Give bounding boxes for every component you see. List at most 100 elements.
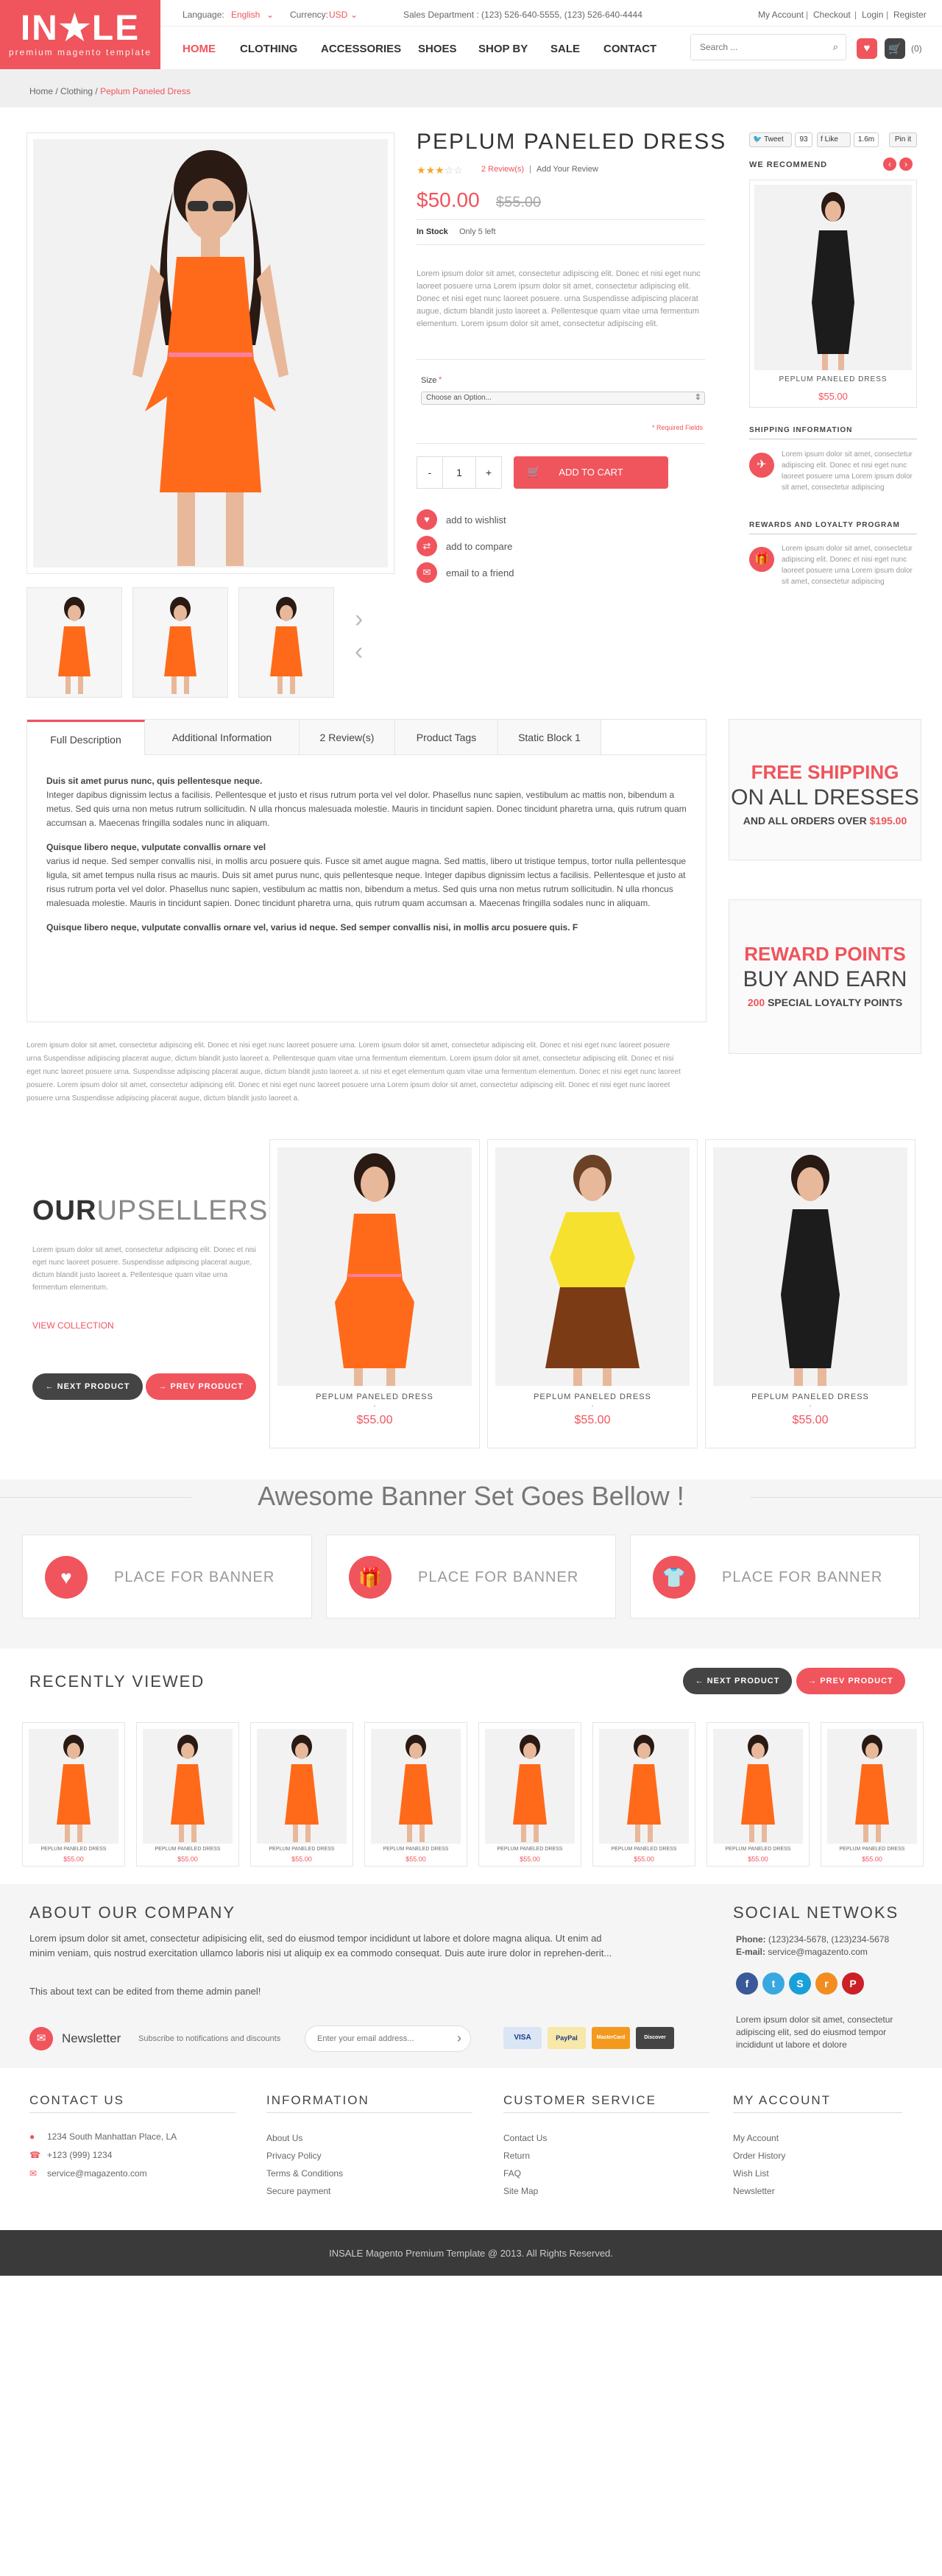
footer-link[interactable]: Site Map — [503, 2186, 538, 2196]
cart-count[interactable]: (0) — [911, 43, 922, 54]
upsell-product-name: PEPLUM PANELED DRESS — [316, 1393, 433, 1401]
tab-product-tags[interactable]: Product Tags — [395, 720, 498, 755]
cart-icon[interactable]: 🛒 — [885, 38, 905, 59]
contact-email[interactable]: service@magazento.com — [47, 2168, 147, 2179]
banner-placeholder[interactable]: 👕 PLACE FOR BANNER — [630, 1535, 920, 1618]
rss-icon[interactable]: r — [815, 1972, 837, 1995]
my-account-link[interactable]: My Account — [758, 10, 804, 20]
search-input[interactable] — [691, 35, 816, 60]
recently-viewed-item[interactable]: PEPLUM PANELED DRESS $55.00 — [592, 1722, 695, 1866]
add-to-compare-link[interactable]: add to compare — [446, 541, 512, 552]
footer-link[interactable]: About Us — [266, 2133, 302, 2143]
recently-viewed-item[interactable]: PEPLUM PANELED DRESS $55.00 — [478, 1722, 581, 1866]
footer-link[interactable]: Privacy Policy — [266, 2151, 322, 2161]
language-select[interactable]: English — [231, 10, 260, 20]
logo[interactable]: IN★LE premium magento template — [0, 0, 160, 69]
footer-link[interactable]: Wish List — [733, 2168, 769, 2179]
add-review-link[interactable]: Add Your Review — [536, 165, 598, 174]
footer-link[interactable]: Order History — [733, 2151, 785, 2161]
chevron-right-icon[interactable]: › — [899, 158, 913, 171]
description-paragraph: Integer dapibus dignissim lectus a facil… — [46, 790, 687, 828]
chevron-right-icon[interactable]: › — [457, 2031, 461, 2046]
nav-shoes[interactable]: SHOES — [418, 43, 457, 55]
qty-minus-button[interactable]: - — [417, 456, 443, 489]
tweet-button[interactable]: 🐦 Tweet — [749, 132, 792, 147]
product-thumbnail[interactable] — [132, 587, 228, 698]
size-select[interactable]: Choose an Option... ⇕ — [421, 392, 705, 405]
pinterest-icon[interactable]: P — [842, 1972, 864, 1995]
star-icon: ★ — [417, 164, 426, 176]
breadcrumb-home[interactable]: Home — [29, 86, 53, 96]
pin-it-button[interactable]: Pin it — [889, 132, 917, 147]
heart-icon[interactable]: ♥ — [417, 509, 437, 530]
nav-clothing[interactable]: CLOTHING — [240, 43, 297, 55]
next-product-button[interactable]: ← NEXT PRODUCT — [32, 1373, 143, 1400]
login-link[interactable]: Login — [862, 10, 883, 20]
search-icon[interactable]: ⌕ — [833, 41, 838, 53]
next-product-button[interactable]: ← NEXT PRODUCT — [683, 1668, 792, 1694]
compare-icon[interactable]: ⇄ — [417, 536, 437, 556]
email-friend-link[interactable]: email to a friend — [446, 567, 514, 578]
add-to-wishlist-link[interactable]: add to wishlist — [446, 514, 506, 526]
reward-points-banner[interactable]: REWARD POINTS BUY AND EARN 200 SPECIAL L… — [729, 899, 921, 1054]
facebook-icon[interactable]: f — [736, 1972, 758, 1995]
product-main-image[interactable] — [26, 132, 394, 574]
recently-viewed-item[interactable]: PEPLUM PANELED DRESS $55.00 — [364, 1722, 467, 1866]
tab-static-block[interactable]: Static Block 1 — [498, 720, 601, 755]
free-shipping-banner[interactable]: FREE SHIPPING ON ALL DRESSES AND ALL ORD… — [729, 719, 921, 860]
footer-link[interactable]: My Account — [733, 2133, 779, 2143]
product-thumbnail[interactable] — [26, 587, 122, 698]
chevron-left-icon[interactable]: ‹ — [883, 158, 896, 171]
prev-product-button[interactable]: → PREV PRODUCT — [796, 1668, 905, 1694]
checkout-link[interactable]: Checkout — [813, 10, 851, 20]
chevron-left-icon[interactable]: ‹ — [355, 637, 363, 666]
upsell-product-card[interactable]: PEPLUM PANELED DRESS • $55.00 — [705, 1139, 916, 1448]
nav-shop-by[interactable]: SHOP BY — [478, 43, 528, 55]
prev-product-button[interactable]: → PREV PRODUCT — [146, 1373, 256, 1400]
recently-viewed-item[interactable]: PEPLUM PANELED DRESS $55.00 — [250, 1722, 353, 1866]
we-recommend-heading: WE RECOMMEND — [749, 160, 828, 169]
qty-input[interactable]: 1 — [442, 456, 476, 489]
heart-icon[interactable]: ♥ — [857, 38, 877, 59]
rewards-text: Lorem ipsum dolor sit amet, consectetur … — [782, 545, 913, 586]
view-collection-link[interactable]: VIEW COLLECTION — [32, 1320, 114, 1331]
chevron-right-icon[interactable]: › — [355, 605, 363, 634]
tab-reviews[interactable]: 2 Review(s) — [300, 720, 395, 755]
skype-icon[interactable]: S — [789, 1972, 811, 1995]
twitter-icon[interactable]: t — [762, 1972, 785, 1995]
product-thumbnail[interactable] — [238, 587, 334, 698]
tab-additional-information[interactable]: Additional Information — [145, 720, 300, 755]
my-account-heading: MY ACCOUNT — [733, 2093, 832, 2107]
newsletter-email-input[interactable] — [305, 2026, 438, 2051]
breadcrumb-clothing[interactable]: Clothing — [60, 86, 93, 96]
currency-select[interactable]: USD — [329, 10, 347, 20]
tab-full-description[interactable]: Full Description — [27, 720, 145, 755]
email-icon[interactable]: ✉ — [417, 562, 437, 583]
add-to-cart-button[interactable]: 🛒 ADD TO CART — [514, 456, 668, 489]
recently-viewed-item[interactable]: PEPLUM PANELED DRESS $55.00 — [136, 1722, 239, 1866]
nav-sale[interactable]: SALE — [550, 43, 580, 55]
recommended-product[interactable]: PEPLUM PANELED DRESS $55.00 — [749, 180, 917, 408]
dress-image — [132, 150, 288, 566]
rating-stars: ★★★☆☆ — [417, 164, 463, 177]
nav-accessories[interactable]: ACCESSORIES — [321, 43, 401, 55]
footer-link[interactable]: Terms & Conditions — [266, 2168, 343, 2179]
banner-placeholder[interactable]: ♥ PLACE FOR BANNER — [22, 1535, 312, 1618]
footer-link[interactable]: Secure payment — [266, 2186, 330, 2196]
footer-link[interactable]: Newsletter — [733, 2186, 775, 2196]
recently-viewed-item[interactable]: PEPLUM PANELED DRESS $55.00 — [22, 1722, 125, 1866]
qty-plus-button[interactable]: + — [475, 456, 502, 489]
nav-contact[interactable]: CONTACT — [603, 43, 656, 55]
upsell-product-card[interactable]: PEPLUM PANELED DRESS • $55.00 — [269, 1139, 480, 1448]
nav-home[interactable]: HOME — [183, 43, 216, 55]
upsell-product-card[interactable]: PEPLUM PANELED DRESS • $55.00 — [487, 1139, 698, 1448]
like-button[interactable]: f Like — [817, 132, 851, 147]
banner-placeholder[interactable]: 🎁 PLACE FOR BANNER — [326, 1535, 616, 1618]
reviews-link[interactable]: 2 Review(s) — [481, 165, 524, 174]
recently-viewed-item[interactable]: PEPLUM PANELED DRESS $55.00 — [821, 1722, 924, 1866]
footer-link[interactable]: Contact Us — [503, 2133, 547, 2143]
footer-link[interactable]: Return — [503, 2151, 530, 2161]
recently-viewed-item[interactable]: PEPLUM PANELED DRESS $55.00 — [706, 1722, 810, 1866]
footer-link[interactable]: FAQ — [503, 2168, 521, 2179]
register-link[interactable]: Register — [893, 10, 927, 20]
